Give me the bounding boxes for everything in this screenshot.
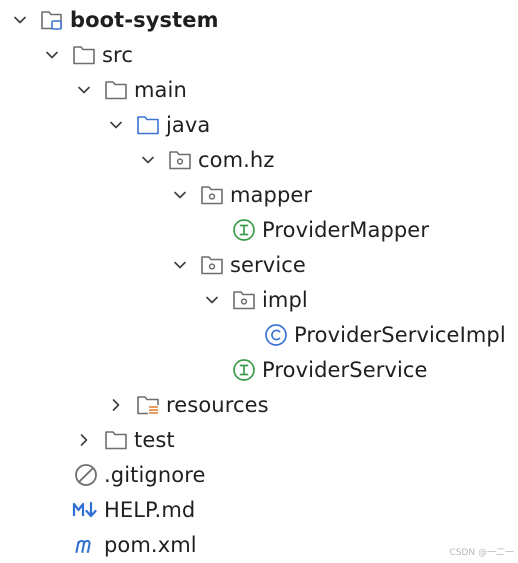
chevron-down-icon[interactable] — [166, 251, 194, 279]
chevron-down-icon[interactable] — [198, 286, 226, 314]
package-icon — [166, 146, 194, 174]
folder-icon — [102, 426, 130, 454]
package-icon — [198, 181, 226, 209]
markdown-file-icon — [72, 496, 100, 524]
folder-icon — [102, 76, 130, 104]
tree-node-label: java — [166, 112, 211, 137]
tree-node-help-md[interactable]: HELP.md — [0, 492, 518, 527]
tree-node-src[interactable]: src — [0, 37, 518, 72]
tree-node-label: com.hz — [198, 147, 275, 172]
chevron-down-icon[interactable] — [6, 6, 34, 34]
tree-node-test[interactable]: test — [0, 422, 518, 457]
source-folder-icon — [134, 111, 162, 139]
tree-node-mapper[interactable]: mapper — [0, 177, 518, 212]
tree-node-label: service — [230, 252, 306, 277]
tree-node-com-hz[interactable]: com.hz — [0, 142, 518, 177]
chevron-down-icon[interactable] — [38, 41, 66, 69]
package-icon — [230, 286, 258, 314]
project-module-icon — [38, 6, 66, 34]
chevron-right-icon[interactable] — [102, 391, 130, 419]
tree-node-label: HELP.md — [104, 497, 196, 522]
chevron-down-icon[interactable] — [102, 111, 130, 139]
tree-node-provider-service-impl[interactable]: ProviderServiceImpl — [0, 317, 518, 352]
interface-icon — [230, 216, 258, 244]
watermark: CSDN @一二一 — [449, 548, 514, 558]
class-icon — [262, 321, 290, 349]
tree-node-gitignore[interactable]: .gitignore — [0, 457, 518, 492]
resources-folder-icon — [134, 391, 162, 419]
tree-node-provider-service[interactable]: ProviderService — [0, 352, 518, 387]
tree-node-service[interactable]: service — [0, 247, 518, 282]
chevron-down-icon[interactable] — [70, 76, 98, 104]
tree-node-label: src — [102, 42, 133, 67]
chevron-down-icon[interactable] — [166, 181, 194, 209]
tree-node-impl[interactable]: impl — [0, 282, 518, 317]
tree-node-label: ProviderService — [262, 357, 428, 382]
tree-node-provider-mapper[interactable]: ProviderMapper — [0, 212, 518, 247]
tree-node-pom-xml[interactable]: pom.xml — [0, 527, 518, 562]
tree-node-label: resources — [166, 392, 269, 417]
tree-node-resources[interactable]: resources — [0, 387, 518, 422]
maven-file-icon — [72, 531, 100, 559]
interface-icon — [230, 356, 258, 384]
folder-icon — [70, 41, 98, 69]
tree-node-label: pom.xml — [104, 532, 197, 557]
tree-node-label: impl — [262, 287, 308, 312]
tree-node-label: main — [134, 77, 187, 102]
tree-node-label: ProviderServiceImpl — [294, 322, 506, 347]
project-tree: boot-system src main java com.hz mapper … — [0, 2, 518, 562]
tree-node-main[interactable]: main — [0, 72, 518, 107]
tree-node-label: boot-system — [70, 7, 219, 32]
tree-node-java[interactable]: java — [0, 107, 518, 142]
tree-node-label: .gitignore — [104, 462, 206, 487]
tree-node-boot-system[interactable]: boot-system — [0, 2, 518, 37]
chevron-down-icon[interactable] — [134, 146, 162, 174]
package-icon — [198, 251, 226, 279]
chevron-right-icon[interactable] — [70, 426, 98, 454]
tree-node-label: mapper — [230, 182, 313, 207]
ignore-file-icon — [72, 461, 100, 489]
tree-node-label: test — [134, 427, 175, 452]
tree-node-label: ProviderMapper — [262, 217, 430, 242]
